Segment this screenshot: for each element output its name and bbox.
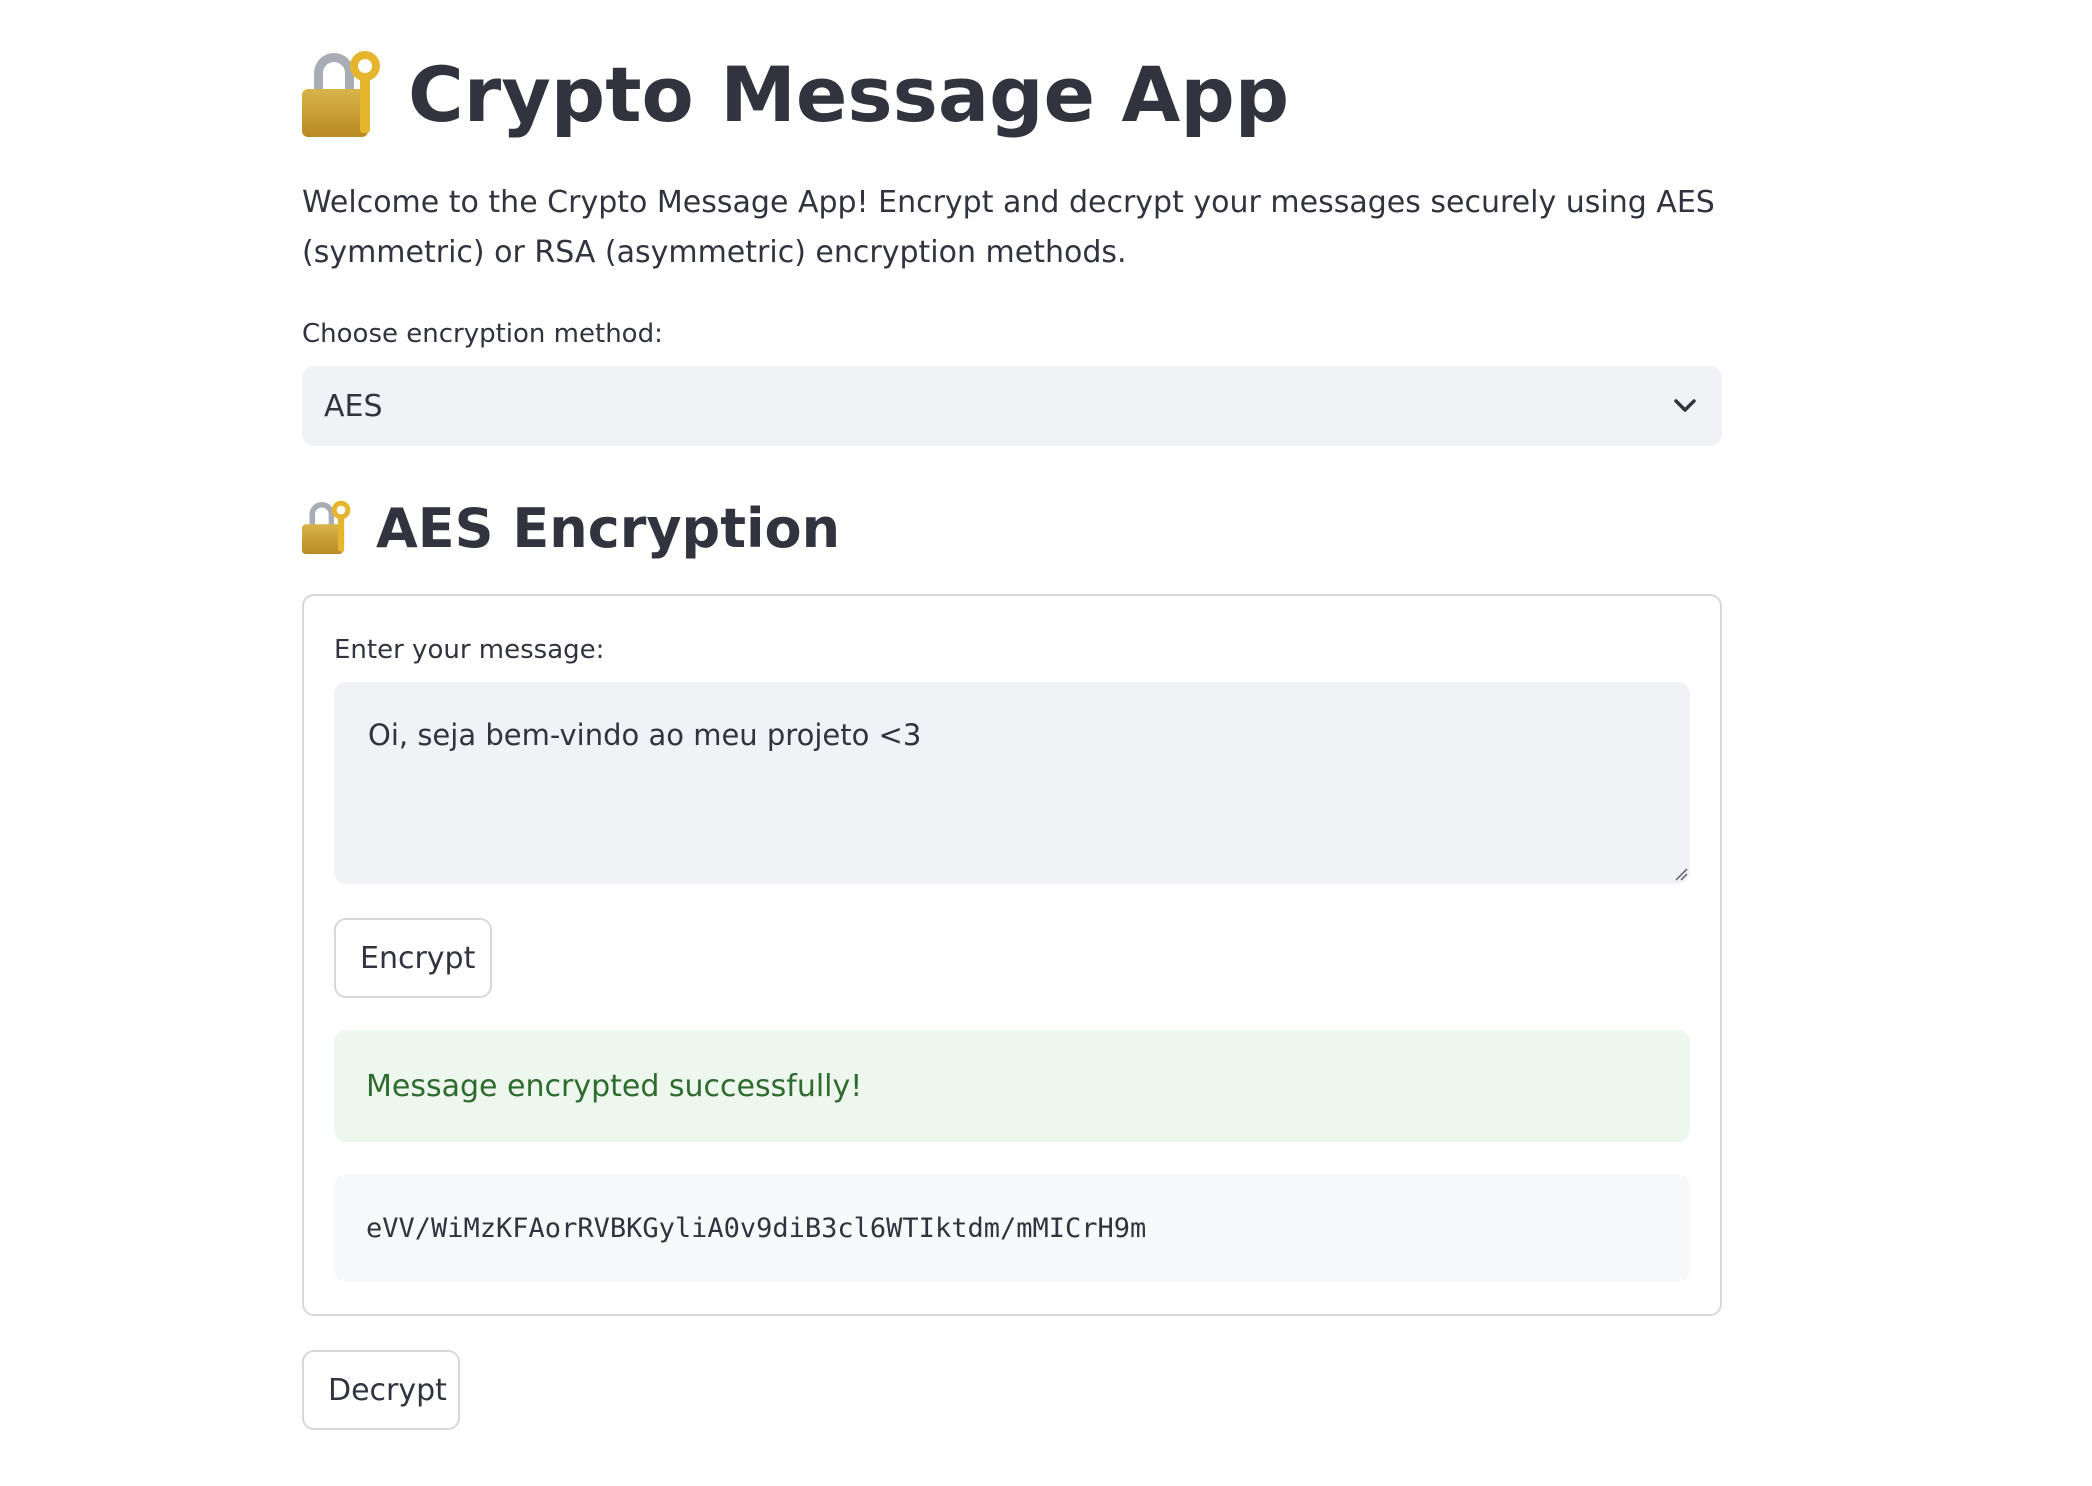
lock-with-key-icon <box>302 51 390 139</box>
decrypt-button[interactable]: Decrypt <box>302 1350 460 1430</box>
message-input[interactable] <box>334 682 1690 884</box>
success-alert: Message encrypted successfully! <box>334 1030 1690 1142</box>
ciphertext-code-block: eVV/WiMzKFAorRVBKGyliA0v9diB3cl6WTIktdm/… <box>334 1174 1690 1282</box>
page-title-text: Crypto Message App <box>408 50 1290 139</box>
page-title: Crypto Message App <box>302 40 1289 150</box>
message-label: Enter your message: <box>334 635 605 665</box>
encryption-method-select[interactable]: AES <box>302 366 1722 446</box>
page: Crypto Message App Welcome to the Crypto… <box>0 0 2092 1486</box>
selected-method-value: AES <box>324 388 383 424</box>
intro-text: Welcome to the Crypto Message App! Encry… <box>302 185 1715 270</box>
aes-section-title: AES Encryption <box>302 492 840 564</box>
resize-handle-icon[interactable] <box>1674 866 1688 881</box>
aes-section-title-text: AES Encryption <box>376 496 841 560</box>
encrypt-button[interactable]: Encrypt <box>334 918 492 998</box>
chevron-down-icon <box>1670 391 1700 421</box>
lock-with-key-icon <box>302 500 357 556</box>
method-select-label: Choose encryption method: <box>302 319 663 349</box>
